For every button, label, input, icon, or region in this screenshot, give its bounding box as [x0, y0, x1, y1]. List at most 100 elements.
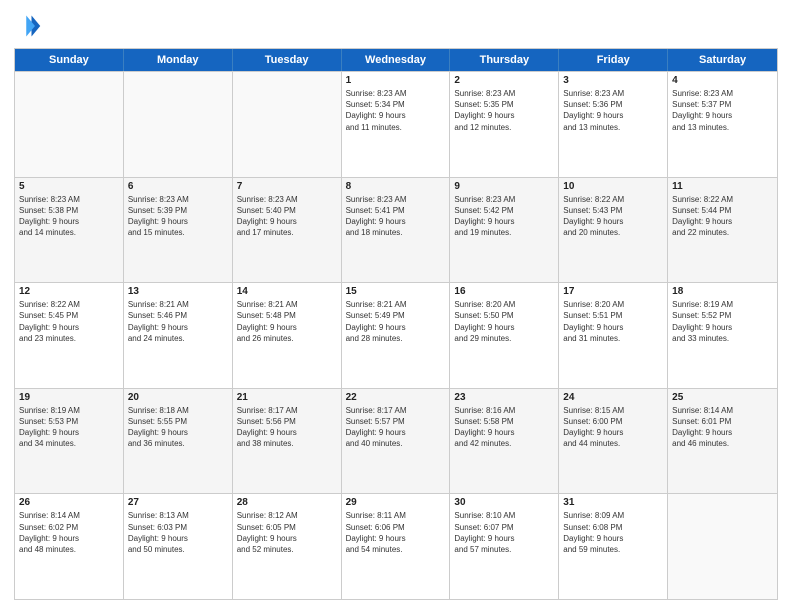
cell-info-text: Sunrise: 8:16 AM Sunset: 5:58 PM Dayligh…: [454, 405, 554, 450]
calendar-cell: 11 Sunrise: 8:22 AM Sunset: 5:44 PM Dayli…: [668, 178, 777, 283]
weekday-header: Saturday: [668, 49, 777, 71]
calendar-cell: 26Sunrise: 8:14 AM Sunset: 6:02 PM Dayli…: [15, 494, 124, 599]
calendar-cell: 30Sunrise: 8:10 AM Sunset: 6:07 PM Dayli…: [450, 494, 559, 599]
calendar-row: 26Sunrise: 8:14 AM Sunset: 6:02 PM Dayli…: [15, 493, 777, 599]
cell-date-number: 14: [237, 286, 337, 297]
calendar-header: SundayMondayTuesdayWednesdayThursdayFrid…: [15, 49, 777, 71]
calendar-cell: 17 Sunrise: 8:20 AM Sunset: 5:51 PM Dayli…: [559, 283, 668, 388]
cell-info-text: Sunrise: 8:20 AM Sunset: 5:51 PM Dayligh…: [563, 299, 663, 344]
calendar-cell: 25Sunrise: 8:14 AM Sunset: 6:01 PM Dayli…: [668, 389, 777, 494]
cell-date-number: 20: [128, 392, 228, 403]
calendar-cell: 10 Sunrise: 8:22 AM Sunset: 5:43 PM Dayli…: [559, 178, 668, 283]
cell-date-number: 9: [454, 181, 554, 192]
calendar-cell: 7 Sunrise: 8:23 AM Sunset: 5:40 PM Daylig…: [233, 178, 342, 283]
cell-date-number: 5: [19, 181, 119, 192]
weekday-header: Tuesday: [233, 49, 342, 71]
cell-date-number: 4: [672, 75, 773, 86]
cell-date-number: 7: [237, 181, 337, 192]
calendar-cell: 27 Sunrise: 8:13 AM Sunset: 6:03 PM Dayli…: [124, 494, 233, 599]
cell-date-number: 13: [128, 286, 228, 297]
calendar-cell: 16 Sunrise: 8:20 AM Sunset: 5:50 PM Dayli…: [450, 283, 559, 388]
cell-info-text: Sunrise: 8:19 AM Sunset: 5:52 PM Dayligh…: [672, 299, 773, 344]
cell-date-number: 2: [454, 75, 554, 86]
cell-info-text: Sunrise: 8:17 AM Sunset: 5:56 PM Dayligh…: [237, 405, 337, 450]
calendar-cell: 9 Sunrise: 8:23 AM Sunset: 5:42 PM Daylig…: [450, 178, 559, 283]
calendar-cell: 14Sunrise: 8:21 AM Sunset: 5:48 PM Dayli…: [233, 283, 342, 388]
calendar-row: 5Sunrise: 8:23 AM Sunset: 5:38 PM Daylig…: [15, 177, 777, 283]
calendar-cell: 3 Sunrise: 8:23 AM Sunset: 5:36 PM Daylig…: [559, 72, 668, 177]
cell-date-number: 23: [454, 392, 554, 403]
cell-date-number: 24: [563, 392, 663, 403]
cell-info-text: Sunrise: 8:23 AM Sunset: 5:37 PM Dayligh…: [672, 88, 773, 133]
calendar-cell: 2 Sunrise: 8:23 AM Sunset: 5:35 PM Daylig…: [450, 72, 559, 177]
calendar-cell: 31 Sunrise: 8:09 AM Sunset: 6:08 PM Dayli…: [559, 494, 668, 599]
calendar-cell: 22Sunrise: 8:17 AM Sunset: 5:57 PM Dayli…: [342, 389, 451, 494]
cell-info-text: Sunrise: 8:12 AM Sunset: 6:05 PM Dayligh…: [237, 510, 337, 555]
weekday-header: Friday: [559, 49, 668, 71]
cell-date-number: 15: [346, 286, 446, 297]
calendar-cell: 29 Sunrise: 8:11 AM Sunset: 6:06 PM Dayli…: [342, 494, 451, 599]
cell-date-number: 10: [563, 181, 663, 192]
calendar-cell: 8 Sunrise: 8:23 AM Sunset: 5:41 PM Daylig…: [342, 178, 451, 283]
calendar-cell: [124, 72, 233, 177]
cell-info-text: Sunrise: 8:09 AM Sunset: 6:08 PM Dayligh…: [563, 510, 663, 555]
cell-date-number: 18: [672, 286, 773, 297]
cell-info-text: Sunrise: 8:14 AM Sunset: 6:02 PM Dayligh…: [19, 510, 119, 555]
calendar-cell: 23 Sunrise: 8:16 AM Sunset: 5:58 PM Dayli…: [450, 389, 559, 494]
calendar-cell: 12 Sunrise: 8:22 AM Sunset: 5:45 PM Dayli…: [15, 283, 124, 388]
cell-date-number: 1: [346, 75, 446, 86]
header: [14, 12, 778, 40]
calendar-cell: 5Sunrise: 8:23 AM Sunset: 5:38 PM Daylig…: [15, 178, 124, 283]
cell-info-text: Sunrise: 8:15 AM Sunset: 6:00 PM Dayligh…: [563, 405, 663, 450]
cell-date-number: 16: [454, 286, 554, 297]
cell-info-text: Sunrise: 8:19 AM Sunset: 5:53 PM Dayligh…: [19, 405, 119, 450]
cell-info-text: Sunrise: 8:18 AM Sunset: 5:55 PM Dayligh…: [128, 405, 228, 450]
calendar-row: 19 Sunrise: 8:19 AM Sunset: 5:53 PM Dayli…: [15, 388, 777, 494]
cell-info-text: Sunrise: 8:10 AM Sunset: 6:07 PM Dayligh…: [454, 510, 554, 555]
logo-icon: [14, 12, 42, 40]
cell-info-text: Sunrise: 8:23 AM Sunset: 5:41 PM Dayligh…: [346, 194, 446, 239]
cell-date-number: 6: [128, 181, 228, 192]
cell-date-number: 3: [563, 75, 663, 86]
calendar-cell: 24 Sunrise: 8:15 AM Sunset: 6:00 PM Dayli…: [559, 389, 668, 494]
cell-info-text: Sunrise: 8:20 AM Sunset: 5:50 PM Dayligh…: [454, 299, 554, 344]
calendar-cell: 4 Sunrise: 8:23 AM Sunset: 5:37 PM Daylig…: [668, 72, 777, 177]
cell-info-text: Sunrise: 8:22 AM Sunset: 5:43 PM Dayligh…: [563, 194, 663, 239]
calendar: SundayMondayTuesdayWednesdayThursdayFrid…: [14, 48, 778, 600]
cell-date-number: 8: [346, 181, 446, 192]
logo: [14, 12, 46, 40]
cell-date-number: 19: [19, 392, 119, 403]
page: SundayMondayTuesdayWednesdayThursdayFrid…: [0, 0, 792, 612]
cell-info-text: Sunrise: 8:13 AM Sunset: 6:03 PM Dayligh…: [128, 510, 228, 555]
weekday-header: Thursday: [450, 49, 559, 71]
cell-date-number: 21: [237, 392, 337, 403]
weekday-header: Sunday: [15, 49, 124, 71]
cell-date-number: 12: [19, 286, 119, 297]
cell-date-number: 11: [672, 181, 773, 192]
cell-info-text: Sunrise: 8:22 AM Sunset: 5:44 PM Dayligh…: [672, 194, 773, 239]
cell-date-number: 31: [563, 497, 663, 508]
cell-info-text: Sunrise: 8:23 AM Sunset: 5:42 PM Dayligh…: [454, 194, 554, 239]
cell-date-number: 29: [346, 497, 446, 508]
calendar-body: 1Sunrise: 8:23 AM Sunset: 5:34 PM Daylig…: [15, 71, 777, 599]
calendar-cell: 20 Sunrise: 8:18 AM Sunset: 5:55 PM Dayli…: [124, 389, 233, 494]
cell-info-text: Sunrise: 8:21 AM Sunset: 5:46 PM Dayligh…: [128, 299, 228, 344]
cell-date-number: 17: [563, 286, 663, 297]
cell-date-number: 22: [346, 392, 446, 403]
calendar-cell: 6 Sunrise: 8:23 AM Sunset: 5:39 PM Daylig…: [124, 178, 233, 283]
calendar-cell: 19 Sunrise: 8:19 AM Sunset: 5:53 PM Dayli…: [15, 389, 124, 494]
cell-info-text: Sunrise: 8:23 AM Sunset: 5:35 PM Dayligh…: [454, 88, 554, 133]
cell-info-text: Sunrise: 8:23 AM Sunset: 5:36 PM Dayligh…: [563, 88, 663, 133]
calendar-cell: [15, 72, 124, 177]
calendar-cell: 15Sunrise: 8:21 AM Sunset: 5:49 PM Dayli…: [342, 283, 451, 388]
calendar-cell: 1Sunrise: 8:23 AM Sunset: 5:34 PM Daylig…: [342, 72, 451, 177]
cell-date-number: 27: [128, 497, 228, 508]
calendar-cell: 21 Sunrise: 8:17 AM Sunset: 5:56 PM Dayli…: [233, 389, 342, 494]
cell-info-text: Sunrise: 8:22 AM Sunset: 5:45 PM Dayligh…: [19, 299, 119, 344]
calendar-row: 1Sunrise: 8:23 AM Sunset: 5:34 PM Daylig…: [15, 71, 777, 177]
calendar-cell: [233, 72, 342, 177]
cell-info-text: Sunrise: 8:23 AM Sunset: 5:40 PM Dayligh…: [237, 194, 337, 239]
cell-info-text: Sunrise: 8:14 AM Sunset: 6:01 PM Dayligh…: [672, 405, 773, 450]
cell-info-text: Sunrise: 8:23 AM Sunset: 5:39 PM Dayligh…: [128, 194, 228, 239]
cell-info-text: Sunrise: 8:11 AM Sunset: 6:06 PM Dayligh…: [346, 510, 446, 555]
